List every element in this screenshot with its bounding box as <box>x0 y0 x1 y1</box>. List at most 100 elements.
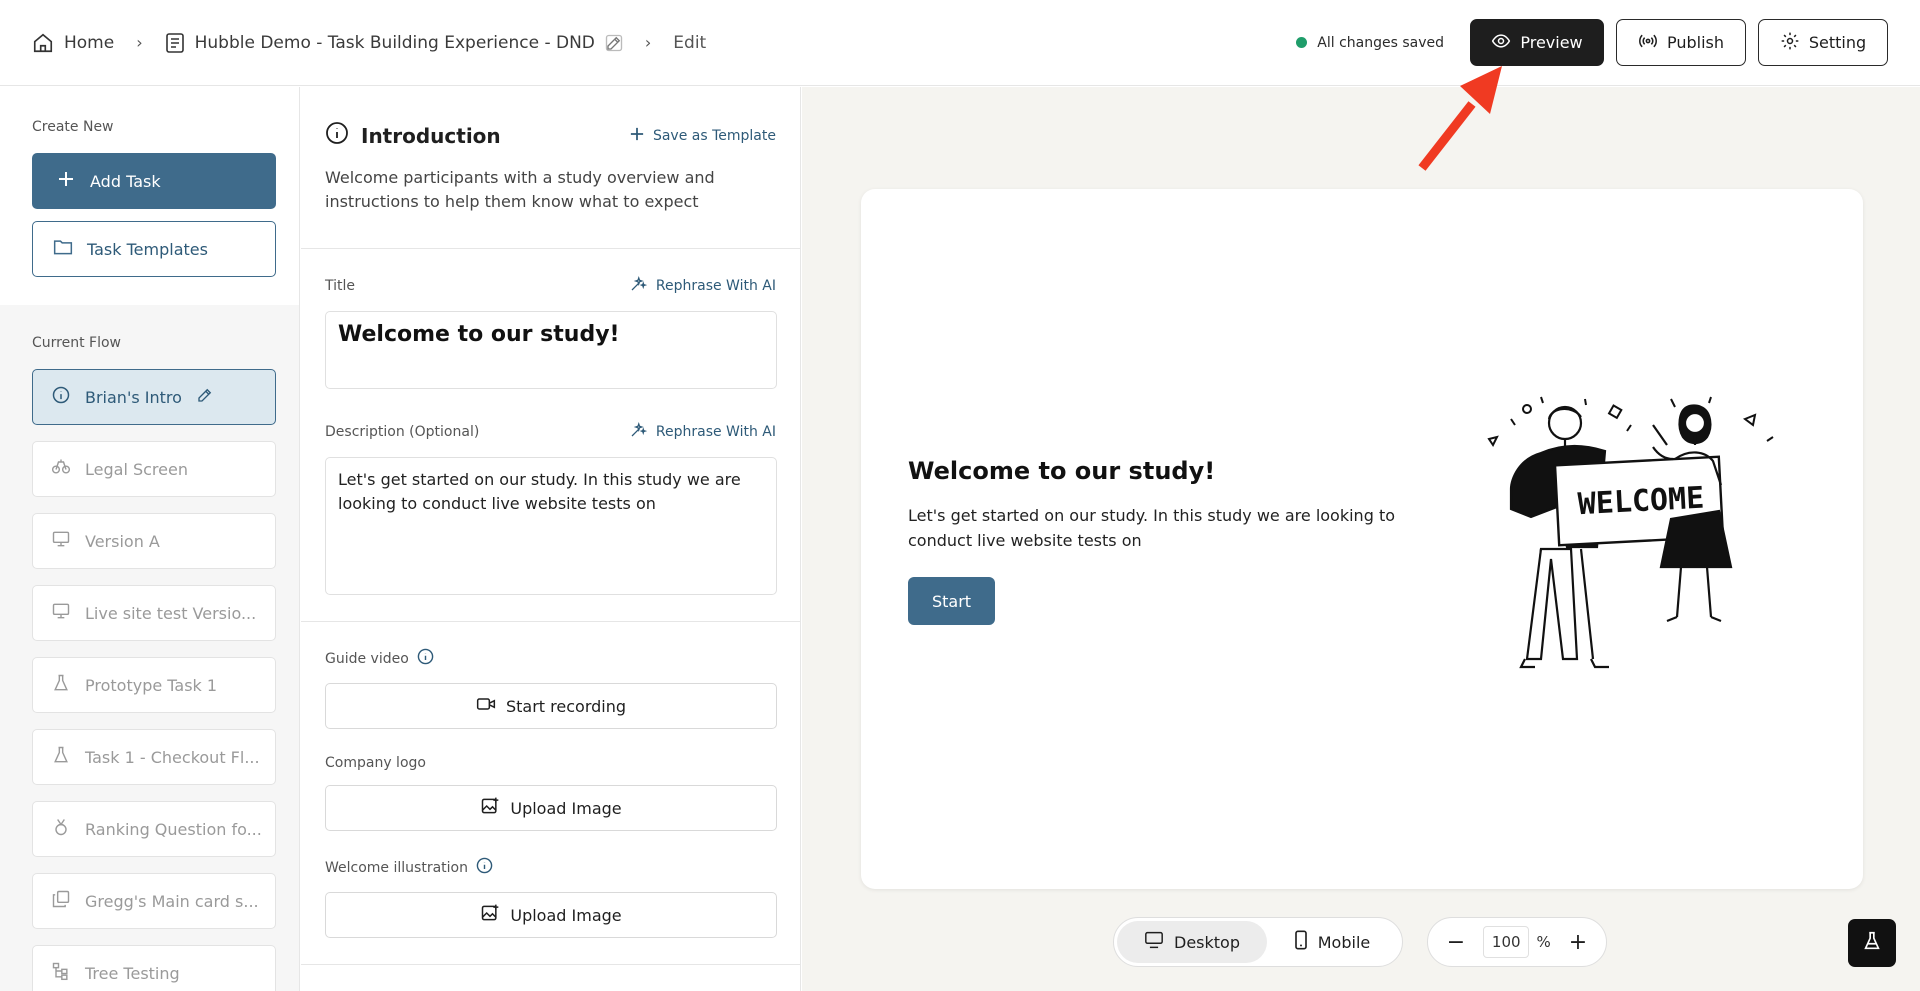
flow-item-label: Ranking Question fo... <box>85 819 262 839</box>
create-new-section: Create New Add Task Task Templates <box>0 87 299 305</box>
flow-item-legal-screen[interactable]: Legal Screen <box>32 441 276 497</box>
zoom-input[interactable]: 100 <box>1483 926 1530 958</box>
lab-button[interactable] <box>1848 919 1896 967</box>
top-header: Home › Hubble Demo - Task Building Exper… <box>0 0 1920 86</box>
preview-canvas: Welcome to our study! Let's get started … <box>802 87 1920 991</box>
rephrase-title-button[interactable]: Rephrase With AI <box>629 275 776 297</box>
flow-item-label: Legal Screen <box>85 459 188 479</box>
task-templates-label: Task Templates <box>87 239 208 259</box>
introduction-section: Introduction Save as Template Welcome pa… <box>301 87 800 249</box>
section-title-text: Introduction <box>361 123 501 148</box>
setting-label: Setting <box>1808 33 1867 52</box>
company-logo-label: Company logo <box>325 755 776 771</box>
tree-icon <box>51 961 71 985</box>
guide-video-label-text: Guide video <box>325 650 409 667</box>
flow-item-label: Prototype Task 1 <box>85 675 218 695</box>
description-input[interactable]: Let's get started on our study. In this … <box>325 457 777 595</box>
add-task-button[interactable]: Add Task <box>32 153 276 209</box>
pencil-icon[interactable] <box>196 386 214 408</box>
device-toggle: Desktop Mobile <box>1113 917 1403 967</box>
medal-icon <box>51 817 71 841</box>
flow-item-tree-testing[interactable]: Tree Testing <box>32 945 276 991</box>
title-input[interactable]: Welcome to our study! <box>325 311 777 389</box>
preview-description: Let's get started on our study. In this … <box>908 506 1395 550</box>
flow-item-label: Live site test Versio... <box>85 603 257 623</box>
desktop-toggle[interactable]: Desktop <box>1117 921 1267 963</box>
preview-card: Welcome to our study! Let's get started … <box>861 189 1863 889</box>
save-status-text: All changes saved <box>1317 34 1444 51</box>
breadcrumb-home[interactable]: Home <box>32 32 114 54</box>
save-as-template-button[interactable]: Save as Template <box>630 127 776 145</box>
breadcrumb-project[interactable]: Hubble Demo - Task Building Experience -… <box>165 32 623 54</box>
flow-item-prototype-task[interactable]: Prototype Task 1 <box>32 657 276 713</box>
start-button[interactable]: Start <box>908 577 995 625</box>
breadcrumb: Home › Hubble Demo - Task Building Exper… <box>32 32 706 54</box>
flow-item-live-site-test[interactable]: Live site test Versio... <box>32 585 276 641</box>
zoom-out-button[interactable]: − <box>1446 930 1466 955</box>
media-section: Guide video Start recording Company logo… <box>301 622 800 965</box>
info-icon[interactable] <box>417 648 434 669</box>
flow-list: Brian's Intro Legal Screen Version A Liv… <box>32 369 276 991</box>
section-description: Welcome participants with a study overvi… <box>325 168 715 211</box>
status-dot <box>1296 37 1308 48</box>
flow-item-brians-intro[interactable]: Brian's Intro <box>32 369 276 425</box>
chevron-right-icon: › <box>136 33 143 52</box>
preview-button[interactable]: Preview <box>1470 19 1604 66</box>
guide-video-label: Guide video <box>325 648 776 669</box>
flask-icon <box>1861 930 1883 956</box>
zoom-unit: % <box>1536 933 1551 951</box>
flow-item-checkout-task[interactable]: Task 1 - Checkout Fl... <box>32 729 276 785</box>
video-camera-icon <box>476 695 496 717</box>
add-task-label: Add Task <box>90 171 161 191</box>
preview-label: Preview <box>1520 33 1583 52</box>
welcome-illustration: WELCOME <box>1487 396 1774 669</box>
cards-icon <box>51 889 71 913</box>
sparkle-icon <box>629 421 647 443</box>
upload-illustration-button[interactable]: Upload Image <box>325 892 777 938</box>
welcome-illustration-label-text: Welcome illustration <box>325 859 468 876</box>
flask-icon <box>51 745 71 769</box>
breadcrumb-edit: Edit <box>673 33 706 53</box>
flow-item-label: Brian's Intro <box>85 387 182 407</box>
mobile-toggle[interactable]: Mobile <box>1267 921 1397 963</box>
flow-item-label: Gregg's Main card s... <box>85 891 259 911</box>
upload-logo-button[interactable]: Upload Image <box>325 785 777 831</box>
info-icon <box>325 121 349 150</box>
plus-icon <box>58 171 74 191</box>
flow-item-card-sort[interactable]: Gregg's Main card s... <box>32 873 276 929</box>
save-status: All changes saved <box>1296 35 1444 51</box>
upload-image-label: Upload Image <box>510 905 622 925</box>
flow-item-version-a[interactable]: Version A <box>32 513 276 569</box>
monitor-icon <box>51 601 71 625</box>
flow-item-ranking-question[interactable]: Ranking Question fo... <box>32 801 276 857</box>
image-add-icon <box>480 903 500 927</box>
flow-item-label: Version A <box>85 531 160 551</box>
start-recording-button[interactable]: Start recording <box>325 683 777 729</box>
current-flow-section: Current Flow Brian's Intro Legal Screen <box>0 305 299 991</box>
title-field-label: Title <box>325 278 356 294</box>
breadcrumb-home-label: Home <box>64 32 115 53</box>
eye-icon <box>1491 31 1511 55</box>
plus-icon <box>630 127 644 145</box>
create-new-label: Create New <box>32 119 114 135</box>
gear-icon <box>1780 31 1800 55</box>
desktop-label: Desktop <box>1174 932 1240 952</box>
info-icon[interactable] <box>476 857 493 878</box>
mobile-label: Mobile <box>1317 932 1371 952</box>
desktop-icon <box>1144 931 1164 953</box>
edit-icon[interactable] <box>605 34 623 52</box>
left-sidebar: Create New Add Task Task Templates Curre… <box>0 87 300 991</box>
zoom-in-button[interactable]: + <box>1568 930 1588 955</box>
publish-button[interactable]: Publish <box>1616 19 1746 66</box>
folder-icon <box>53 238 73 260</box>
flow-item-label: Tree Testing <box>85 963 180 983</box>
task-templates-button[interactable]: Task Templates <box>32 221 276 277</box>
zoom-control: − 100 % + <box>1427 917 1607 967</box>
company-logo-label-text: Company logo <box>325 755 426 771</box>
welcome-illustration-label: Welcome illustration <box>325 857 776 878</box>
setting-button[interactable]: Setting <box>1758 19 1888 66</box>
image-add-icon <box>480 796 500 820</box>
monitor-icon <box>51 529 71 553</box>
description-field-label: Description (Optional) <box>325 424 480 440</box>
rephrase-description-button[interactable]: Rephrase With AI <box>629 421 776 443</box>
